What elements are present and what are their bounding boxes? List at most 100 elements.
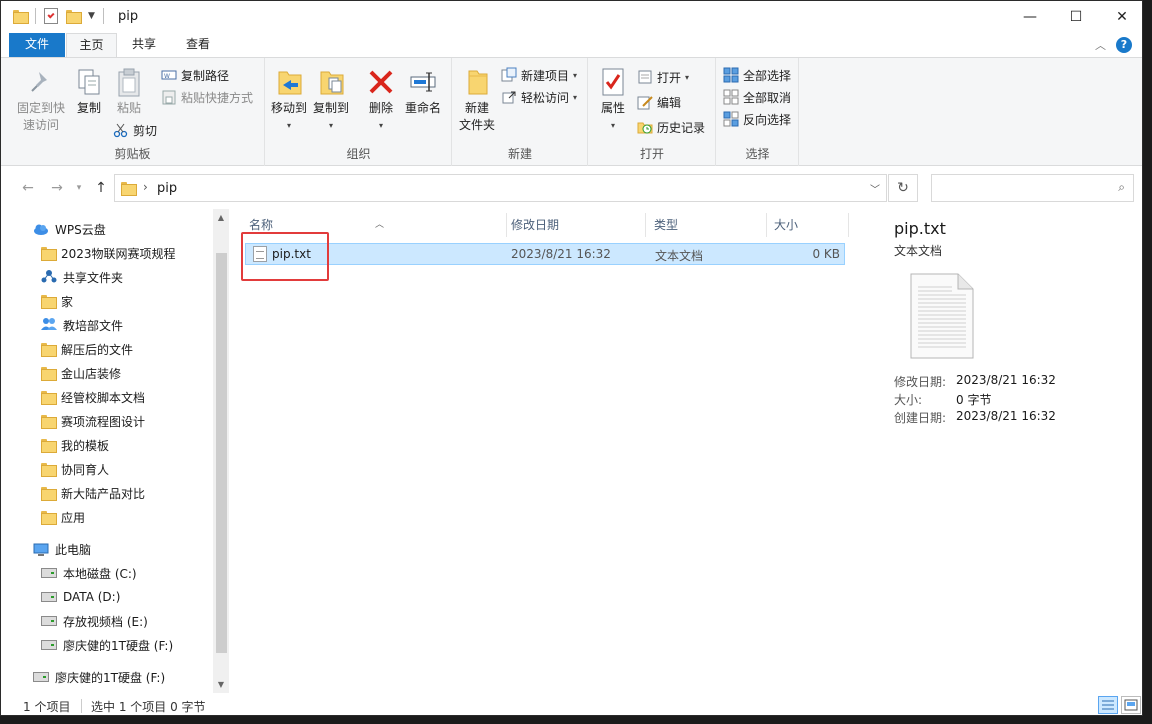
nav-label: WPS云盘 xyxy=(55,222,106,237)
delete-label: 删除 xyxy=(368,101,393,115)
nav-folder-item[interactable]: 我的模板 xyxy=(41,434,109,456)
folder-icon xyxy=(41,487,57,501)
tab-file[interactable]: 文件 xyxy=(9,33,65,57)
pin-quick-access-button[interactable]: 固定到快 速访问 xyxy=(13,66,69,134)
address-row: ← → ▾ ↑ › pip ﹀ ↻ ⌕ xyxy=(1,173,1142,203)
history-button[interactable]: 历史记录 xyxy=(637,116,705,138)
properties-icon xyxy=(597,66,629,98)
group-new: 新建 文件夹 新建项目 ▾ 轻松访问 ▾ 新建 xyxy=(453,58,588,166)
folder-icon xyxy=(41,247,57,261)
nav-label: 廖庆健的1T硬盘 (F:) xyxy=(63,638,174,653)
column-header-date[interactable]: 修改日期 xyxy=(503,213,646,237)
customize-toolbar-icon[interactable]: ▼ xyxy=(88,11,95,21)
forward-arrow-icon[interactable]: → xyxy=(47,178,67,198)
properties-icon[interactable] xyxy=(44,8,58,24)
column-header-size[interactable]: 大小 xyxy=(766,213,849,237)
invert-selection-button[interactable]: 反向选择 xyxy=(723,108,791,130)
scroll-down-icon[interactable]: ▼ xyxy=(213,680,229,689)
rename-icon xyxy=(407,66,439,98)
open-label: 打开 xyxy=(657,70,682,85)
properties-label: 属性 xyxy=(600,101,625,115)
nav-external-drive[interactable]: 廖庆健的1T硬盘 (F:) xyxy=(33,666,165,688)
nav-scrollbar[interactable]: ▲ ▼ xyxy=(213,209,229,693)
folder-icon xyxy=(41,439,57,453)
paste-button[interactable]: 粘贴 xyxy=(111,66,147,117)
scroll-up-icon[interactable]: ▲ xyxy=(213,213,229,222)
collapse-ribbon-icon[interactable]: ︿ xyxy=(1095,37,1106,53)
tab-share[interactable]: 共享 xyxy=(119,33,169,57)
nav-folder-item[interactable]: 赛项流程图设计 xyxy=(41,410,145,432)
select-all-button[interactable]: 全部选择 xyxy=(723,64,791,86)
new-item-icon xyxy=(501,67,517,83)
help-icon[interactable]: ? xyxy=(1116,37,1132,53)
large-icons-view-icon[interactable] xyxy=(1121,696,1141,714)
nav-label: 家 xyxy=(61,294,74,309)
nav-drive-item[interactable]: 存放视频档 (E:) xyxy=(41,610,148,632)
search-input[interactable] xyxy=(936,179,1106,197)
toolbar-separator xyxy=(102,8,104,24)
open-button[interactable]: 打开 ▾ xyxy=(637,66,689,88)
nav-drive-item[interactable]: 廖庆健的1T硬盘 (F:) xyxy=(41,634,173,656)
group-clipboard: 固定到快 速访问 复制 粘贴 W 复制路径 粘贴快捷方式 剪切 剪贴板 xyxy=(1,58,265,166)
move-to-button[interactable]: 移动到 ▾ xyxy=(269,66,309,134)
back-arrow-icon[interactable]: ← xyxy=(18,178,38,198)
paste-shortcut-button[interactable]: 粘贴快捷方式 xyxy=(161,86,253,108)
refresh-icon[interactable]: ↻ xyxy=(888,174,918,202)
scrollbar-thumb[interactable] xyxy=(216,253,227,653)
delete-dropdown-icon: ▾ xyxy=(378,121,383,130)
chevron-right-icon[interactable]: › xyxy=(143,180,148,194)
nav-drive-item[interactable]: 本地磁盘 (C:) xyxy=(41,562,137,584)
nav-folder-item[interactable]: 解压后的文件 xyxy=(41,338,133,360)
select-none-icon xyxy=(723,89,739,105)
copy-button[interactable]: 复制 xyxy=(71,66,107,117)
column-header-type[interactable]: 类型 xyxy=(646,213,767,237)
new-folder-label-1: 新建 xyxy=(464,101,489,115)
table-row[interactable]: pip.txt 2023/8/21 16:32 文本文档 0 KB xyxy=(245,243,845,265)
rename-button[interactable]: 重命名 xyxy=(401,66,445,117)
nav-folder-item[interactable]: 新大陆产品对比 xyxy=(41,482,145,504)
address-path[interactable]: pip xyxy=(157,181,177,196)
minimize-button[interactable]: — xyxy=(1007,1,1053,33)
nav-wps-cloud[interactable]: WPS云盘 xyxy=(33,218,106,240)
recent-locations-icon[interactable]: ▾ xyxy=(69,178,89,198)
copy-path-button[interactable]: W 复制路径 xyxy=(161,64,229,86)
up-arrow-icon[interactable]: ↑ xyxy=(91,178,111,198)
new-item-button[interactable]: 新建项目 ▾ xyxy=(501,64,577,86)
address-bar[interactable]: › pip ﹀ xyxy=(114,174,887,202)
organize-group-label: 组织 xyxy=(346,147,371,161)
close-button[interactable]: ✕ xyxy=(1099,1,1142,33)
edit-button[interactable]: 编辑 xyxy=(637,91,681,113)
details-view-icon[interactable] xyxy=(1098,696,1118,714)
copy-to-button[interactable]: 复制到 ▾ xyxy=(311,66,351,134)
cut-button[interactable]: 剪切 xyxy=(113,119,157,141)
preview-size-row: 大小: 0 字节 xyxy=(894,391,991,408)
tab-view[interactable]: 查看 xyxy=(173,33,223,57)
preview-modified-value: 2023/8/21 16:32 xyxy=(956,373,1056,387)
paste-label: 粘贴 xyxy=(116,101,141,115)
nav-folder-item[interactable]: 2023物联网赛项规程 xyxy=(41,242,176,264)
nav-folder-item[interactable]: 协同育人 xyxy=(41,458,109,480)
nav-folder-item[interactable]: 共享文件夹 xyxy=(41,266,123,288)
tab-home[interactable]: 主页 xyxy=(66,33,117,57)
select-none-button[interactable]: 全部取消 xyxy=(723,86,791,108)
search-icon[interactable]: ⌕ xyxy=(1118,180,1125,195)
properties-button[interactable]: 属性 ▾ xyxy=(595,66,631,134)
easy-access-button[interactable]: 轻松访问 ▾ xyxy=(501,86,577,108)
nav-folder-item[interactable]: 家 xyxy=(41,290,73,312)
select-group-label: 选择 xyxy=(745,147,770,161)
delete-button[interactable]: 删除 ▾ xyxy=(363,66,399,134)
new-folder-button[interactable]: 新建 文件夹 xyxy=(455,66,499,134)
nav-folder-item[interactable]: 教培部文件 xyxy=(41,314,123,336)
file-size: 0 KB xyxy=(812,247,840,261)
chevron-down-icon[interactable]: ﹀ xyxy=(870,181,880,196)
nav-drive-item[interactable]: DATA (D:) xyxy=(41,586,120,608)
nav-label: DATA (D:) xyxy=(63,590,121,604)
nav-folder-item[interactable]: 经管校脚本文档 xyxy=(41,386,145,408)
nav-this-pc[interactable]: 此电脑 xyxy=(33,538,91,560)
maximize-button[interactable]: ☐ xyxy=(1053,1,1099,33)
new-folder-icon[interactable] xyxy=(66,10,82,24)
history-label: 历史记录 xyxy=(657,120,706,135)
search-box[interactable]: ⌕ xyxy=(931,174,1134,202)
nav-folder-item[interactable]: 应用 xyxy=(41,506,85,528)
nav-folder-item[interactable]: 金山店装修 xyxy=(41,362,121,384)
